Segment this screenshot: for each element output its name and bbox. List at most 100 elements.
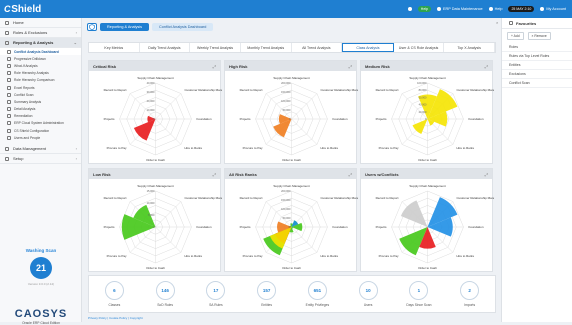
tick-label: 200,000 — [281, 81, 291, 85]
tick-label: 100,000 — [281, 207, 291, 211]
shield-icon[interactable] — [87, 23, 97, 31]
axis-label: Procure to Pay — [379, 146, 399, 150]
stat-label: Entities — [261, 303, 273, 307]
tab-monthly-trend-analysis[interactable]: Monthly Trend Analysis — [241, 43, 292, 52]
favourite-item[interactable]: Roles — [502, 43, 572, 52]
add-favourite-button[interactable]: + Add — [507, 32, 524, 40]
sidebar-subitem[interactable]: Conflict Analysis Dashboard — [0, 48, 81, 56]
hierarchy-icon — [7, 71, 11, 76]
axis-label: Projects — [240, 225, 251, 229]
sidebar-subitem[interactable]: Remediation — [0, 113, 81, 120]
favourite-item[interactable]: Exclusions — [502, 70, 572, 79]
stat-classes[interactable]: 6 Classes — [89, 281, 140, 307]
sidebar-item-reporting[interactable]: Reporting & Analysis ⌄ — [0, 38, 81, 48]
tab-reporting[interactable]: Reporting & Analysis — [100, 23, 150, 31]
summary-icon — [7, 99, 11, 104]
favourites-panel: × Favourites + Add × Remove Roles Rules v… — [496, 18, 572, 322]
axis-label: Record to Report — [240, 88, 263, 92]
sidebar: Home Roles & Exclusions › Reporting & Ana… — [0, 18, 82, 325]
help-link[interactable]: Help — [488, 7, 502, 11]
maintenance-link[interactable]: ERP Data Maintenance — [437, 7, 483, 11]
close-icon[interactable]: × — [496, 20, 498, 25]
sidebar-subitem[interactable]: Role Hierarchy Analysis — [0, 70, 81, 77]
account-menu[interactable]: My Account — [540, 7, 566, 11]
axis-label: Procure to Pay — [379, 254, 399, 258]
chart-title: High Risk ⤢ — [225, 61, 356, 71]
sidebar-item-home[interactable]: Home — [0, 18, 81, 28]
footer-links[interactable]: Privacy Policy | Cookie Policy | Copyrig… — [88, 316, 143, 320]
excel-icon — [7, 85, 11, 90]
stat-label: Entity Privileges — [305, 303, 330, 307]
stat-imports[interactable]: 2 Imports — [444, 281, 495, 307]
chart-title: Medium Risk ⤢ — [361, 61, 492, 71]
chart-title: Low Risk ⤢ — [89, 169, 220, 179]
tick-label: 100,000 — [417, 81, 427, 85]
expand-icon[interactable]: ⤢ — [349, 64, 352, 69]
sidebar-item-setup[interactable]: Setup › — [0, 154, 81, 165]
expand-icon[interactable]: ⤢ — [213, 172, 216, 177]
axis-label: Customer Relationship Manage... — [184, 88, 222, 92]
remediation-icon — [7, 114, 11, 119]
expand-icon[interactable]: ⤢ — [485, 172, 488, 177]
washing-count: 21 — [30, 257, 52, 279]
tick-label: 15,000 — [147, 189, 155, 193]
sidebar-subitem[interactable]: What-If Analysis — [0, 62, 81, 69]
expand-icon[interactable]: ⤢ — [213, 64, 216, 69]
tick-label: 40,000 — [147, 81, 155, 85]
tab-top-x-analysis[interactable]: Top X Analysis — [444, 43, 495, 52]
axis-label: Customer Relationship Manage... — [456, 88, 494, 92]
sidebar-subitem[interactable]: Excel Reports — [0, 84, 81, 91]
favourite-item[interactable]: Entities — [502, 61, 572, 70]
axis-label: Hire to Retire — [456, 146, 474, 150]
help-badge[interactable]: Help — [417, 6, 431, 12]
stat-sa-rules[interactable]: 17 SA Rules — [191, 281, 242, 307]
star-icon — [509, 21, 513, 25]
favourite-item[interactable]: Conflict Scan — [502, 79, 572, 88]
breadcrumb: Reporting & Analysis Conflict Analysis D… — [82, 18, 501, 36]
tab-daily-trend-analysis[interactable]: Daily Trend Analysis — [140, 43, 191, 52]
axis-label: Supply Chain Management — [409, 76, 445, 80]
app-logo[interactable]: C Shield — [0, 4, 82, 15]
chevron-right-icon: › — [75, 146, 77, 152]
tab-user-cs-role-analysis[interactable]: User & CS Role Analysis — [394, 43, 445, 52]
data-icon — [5, 146, 9, 151]
tab-all-trend-analysis[interactable]: All Trend Analysis — [292, 43, 343, 52]
version-text: Version 3.0.0 (2.14) — [27, 282, 55, 286]
sidebar-subitem[interactable]: Detail Analysis — [0, 106, 81, 113]
expand-icon[interactable]: ⤢ — [485, 64, 488, 69]
stat-entities[interactable]: 157 Entities — [241, 281, 292, 307]
tab-conflict-dashboard[interactable]: Conflict Analysis Dashboard — [152, 23, 214, 31]
sidebar-subitem[interactable]: Summary Analysis — [0, 98, 81, 105]
radar-chart: 100,00080,00060,00040,00020,0000Supply C… — [376, 76, 494, 162]
sidebar-item-data-management[interactable]: Data Management › — [0, 144, 81, 155]
stat-value: 6 — [104, 281, 124, 300]
sidebar-subitem[interactable]: Progressive Drilldown — [0, 55, 81, 62]
expand-icon[interactable]: ⤢ — [349, 172, 352, 177]
axis-label: Customer Relationship Manage... — [320, 88, 358, 92]
admin-icon — [7, 121, 11, 126]
radar-chart: 200,000150,000100,00050,0000Supply Chain… — [240, 76, 358, 162]
axis-label: Procure to Pay — [243, 146, 263, 150]
sidebar-subitem[interactable]: ERP Cloud System Administration — [0, 120, 81, 127]
notification-icon[interactable] — [407, 7, 412, 11]
favourite-item[interactable]: Rules via Top Level Roles — [502, 52, 572, 61]
sidebar-subitem[interactable]: Role Hierarchy Comparison — [0, 77, 81, 84]
axis-label: Procure to Pay — [243, 254, 263, 258]
tab-class-analysis[interactable]: Class Analysis — [342, 43, 394, 52]
sidebar-item-roles[interactable]: Roles & Exclusions › — [0, 28, 81, 38]
axis-label: Order to Cash — [282, 266, 301, 270]
stat-entity-privileges[interactable]: 651 Entity Privileges — [292, 281, 343, 307]
tab-weekly-trend-analysis[interactable]: Weekly Trend Analysis — [190, 43, 241, 52]
sidebar-subitem[interactable]: CS Shield Configuration — [0, 127, 81, 134]
remove-favourite-button[interactable]: × Remove — [527, 32, 551, 40]
stat-value: 2 — [460, 281, 480, 300]
stat-sod-rules[interactable]: 146 SoD Rules — [140, 281, 191, 307]
sidebar-subitem[interactable]: Conflict Scan — [0, 91, 81, 98]
tick-label: 200,000 — [281, 189, 291, 193]
tab-key-metrics[interactable]: Key Metrics — [89, 43, 140, 52]
stat-days-since-scan[interactable]: 1 Days Since Scan — [394, 281, 445, 307]
axis-label: Supply Chain Management — [409, 184, 445, 188]
stat-users[interactable]: 10 Users — [343, 281, 394, 307]
axis-label: Hire to Retire — [184, 146, 202, 150]
sidebar-subitem[interactable]: Users and People — [0, 134, 81, 141]
